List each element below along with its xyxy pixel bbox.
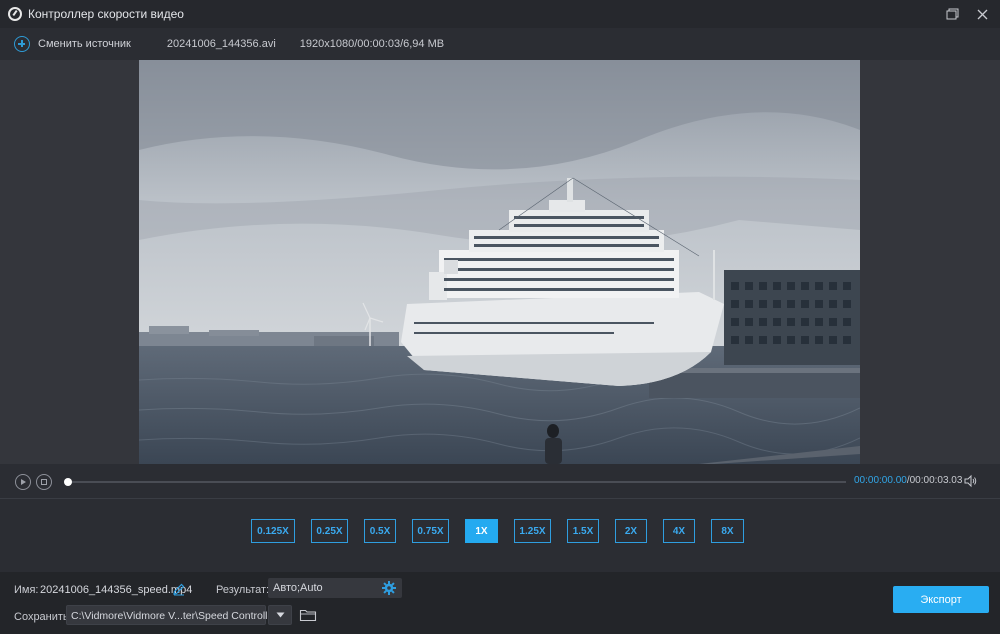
total-time: /00:00:03.03 (906, 475, 963, 486)
result-format-value: Авто;Auto (273, 582, 323, 594)
speed-4x-button[interactable]: 4X (663, 519, 695, 543)
progress-track[interactable] (66, 481, 846, 483)
close-window-button[interactable] (974, 6, 990, 22)
playback-bar: 00:00:00.00/00:00:03.03 (0, 470, 1000, 494)
speed-0.75x-button[interactable]: 0.75X (412, 519, 449, 543)
save-label: Сохранить: (14, 611, 72, 623)
stop-icon (41, 479, 47, 485)
speed-1.25x-button[interactable]: 1.25X (514, 519, 551, 543)
section-divider (0, 498, 1000, 499)
export-button[interactable]: Экспорт (893, 586, 989, 613)
chevron-down-icon (276, 612, 284, 618)
volume-button[interactable] (964, 474, 978, 488)
name-label: Имя: (14, 584, 39, 596)
save-path-value: C:\Vidmore\Vidmore V...ter\Speed Control… (71, 610, 277, 622)
save-path-dropdown[interactable] (268, 605, 292, 625)
play-button[interactable] (15, 474, 31, 490)
source-toolbar: Сменить источник 20241006_144356.avi 192… (0, 28, 1000, 60)
speedometer-logo-icon (8, 7, 22, 21)
window-title: Контроллер скорости видео (28, 7, 184, 21)
window-controls (944, 6, 990, 22)
title-bar: Контроллер скорости видео (0, 0, 1000, 28)
source-file-name: 20241006_144356.avi (166, 38, 276, 50)
open-folder-button[interactable] (299, 607, 317, 623)
speed-0.125x-button[interactable]: 0.125X (251, 519, 295, 543)
speed-1x-button[interactable]: 1X (465, 519, 498, 543)
speed-controller-window: Контроллер скорости видео Сменить источн… (0, 0, 1000, 634)
time-display: 00:00:00.00/00:00:03.03 (854, 475, 962, 486)
speed-options: 0.125X 0.25X 0.5X 0.75X 1X 1.25X 1.5X 2X… (0, 519, 1000, 543)
result-label: Результат: (216, 584, 270, 596)
video-frame-image (139, 60, 860, 464)
restore-icon (946, 8, 958, 20)
speed-0.25x-button[interactable]: 0.25X (311, 519, 348, 543)
speed-0.5x-button[interactable]: 0.5X (364, 519, 396, 543)
speed-1.5x-button[interactable]: 1.5X (567, 519, 599, 543)
volume-icon (964, 474, 977, 488)
speed-2x-button[interactable]: 2X (615, 519, 647, 543)
restore-window-button[interactable] (944, 6, 960, 22)
play-icon (21, 479, 26, 485)
video-preview-area (0, 60, 1000, 464)
current-time: 00:00:00.00 (854, 475, 907, 486)
stop-button[interactable] (36, 474, 52, 490)
edit-name-button[interactable] (172, 582, 186, 596)
format-settings-button[interactable] (381, 580, 397, 596)
change-source-button[interactable]: Сменить источник (38, 38, 131, 50)
save-path-field[interactable]: C:\Vidmore\Vidmore V...ter\Speed Control… (66, 605, 277, 625)
gear-icon (382, 581, 396, 595)
add-source-icon[interactable] (14, 36, 30, 52)
speed-8x-button[interactable]: 8X (711, 519, 744, 543)
output-file-name: 20241006_144356_speed.mp4 (40, 584, 193, 596)
video-frame (139, 60, 860, 464)
folder-icon (299, 609, 317, 622)
result-format-field[interactable]: Авто;Auto (268, 578, 402, 598)
progress-knob[interactable] (64, 478, 72, 486)
source-file-meta: 1920x1080/00:00:03/6,94 MB (299, 38, 445, 50)
close-icon (977, 9, 987, 19)
output-settings-panel: Имя: 20241006_144356_speed.mp4 Результат… (0, 572, 1000, 634)
pencil-icon (173, 583, 185, 596)
